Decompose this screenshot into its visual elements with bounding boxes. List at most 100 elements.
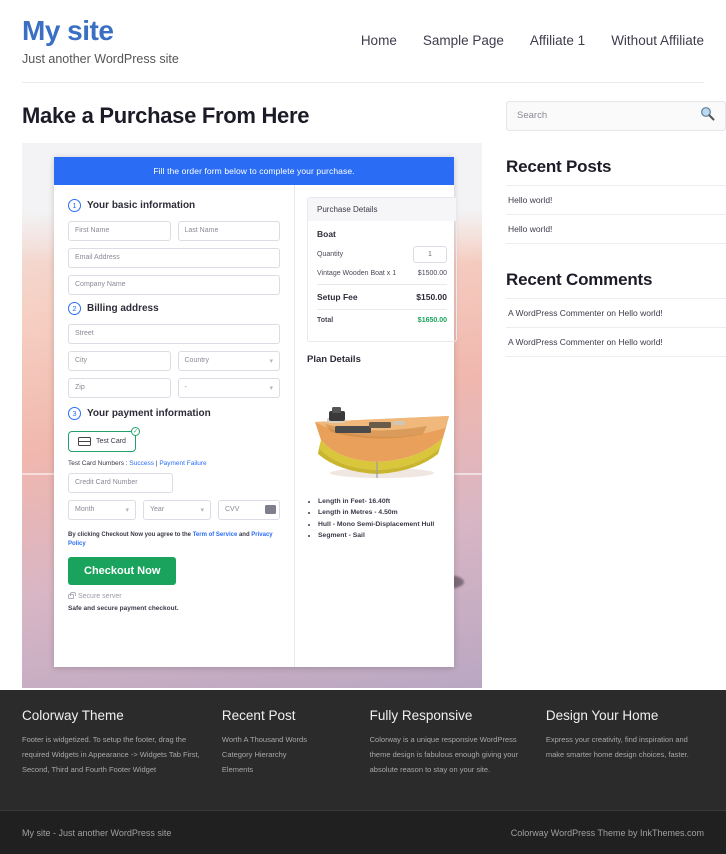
copyright-right[interactable]: Colorway WordPress Theme by InkThemes.co…	[511, 828, 704, 838]
list-item[interactable]: A WordPress Commenter on Hello world!	[506, 326, 726, 357]
chevron-down-icon: ▾	[269, 357, 273, 365]
city-country-row: City Country ▾	[68, 350, 280, 378]
terms-text: By clicking Checkout Now you agree to th…	[68, 531, 280, 549]
footer-column-text: Footer is widgetized. To setup the foote…	[22, 735, 200, 774]
sidebar: Search Recent Posts Hello world! Hello w…	[506, 83, 726, 688]
success-link[interactable]: Success	[129, 460, 154, 467]
payment-failure-link[interactable]: Payment Failure	[159, 460, 206, 467]
nav-item-without-affiliate[interactable]: Without Affiliate	[611, 33, 704, 48]
checkout-now-button[interactable]: Checkout Now	[68, 556, 177, 585]
purchase-divider	[317, 283, 447, 285]
footer-column-title: Colorway Theme	[22, 708, 124, 723]
first-name-input[interactable]: First Name	[68, 220, 171, 241]
zip-input[interactable]: Zip	[68, 377, 171, 398]
site-title[interactable]: My site	[22, 15, 179, 47]
credit-card-icon	[78, 436, 91, 446]
step-2-header: 2 Billing address	[68, 301, 280, 315]
country-select[interactable]: Country ▾	[177, 350, 280, 371]
footer-recent-post-list: Worth A Thousand Words Category Hierarch…	[222, 732, 352, 777]
search-icon[interactable]	[700, 106, 715, 126]
nav-item-affiliate-1[interactable]: Affiliate 1	[530, 33, 585, 48]
search-input[interactable]: Search	[517, 110, 547, 121]
cvv-card-icon	[265, 505, 276, 515]
checkout-screenshot: Fill the order form below to complete yo…	[22, 142, 482, 688]
step-2-label: Billing address	[87, 302, 159, 314]
test-card-numbers-line: Test Card Numbers : Success | Payment Fa…	[68, 460, 280, 467]
list-item[interactable]: Category Hierarchy	[222, 747, 352, 762]
step-3-number: 3	[68, 406, 81, 420]
page-body: Make a Purchase From Here Fill the order…	[0, 83, 726, 688]
footer-column-title: Design Your Home	[545, 708, 659, 723]
plan-details-heading: Plan Details	[307, 353, 361, 365]
terms-prefix: By clicking Checkout Now you agree to th…	[68, 531, 193, 538]
step-3-header: 3 Your payment information	[68, 406, 280, 420]
footer-column-title: Recent Post	[221, 708, 296, 723]
footer-column-title: Fully Responsive	[369, 708, 473, 723]
step-1-number: 1	[68, 198, 81, 212]
page-title: Make a Purchase From Here	[22, 102, 310, 128]
list-item[interactable]: Worth A Thousand Words	[222, 732, 352, 747]
cvv-placeholder: CVV	[225, 506, 240, 514]
recent-comments-list: A WordPress Commenter on Hello world! A …	[506, 297, 726, 357]
checkout-banner: Fill the order form below to complete yo…	[54, 156, 454, 185]
line-item-label: Vintage Wooden Boat x 1	[317, 269, 397, 277]
company-input[interactable]: Company Name	[68, 274, 280, 295]
checkout-form-card: Fill the order form below to complete yo…	[54, 156, 457, 667]
list-item[interactable]: Hello world!	[506, 184, 726, 214]
list-item[interactable]: A WordPress Commenter on Hello world!	[506, 297, 726, 327]
main-navigation: Home Sample Page Affiliate 1 Without Aff…	[361, 16, 704, 48]
terms-and: and	[237, 531, 252, 538]
purchase-details-heading: Purchase Details	[308, 197, 456, 221]
name-row: First Name Last Name	[68, 220, 280, 248]
credit-card-number-input[interactable]: Credit Card Number	[68, 472, 173, 493]
year-select-value: Year	[150, 506, 165, 514]
content-column: Make a Purchase From Here Fill the order…	[22, 83, 484, 688]
chevron-down-icon: ▾	[269, 384, 273, 392]
quantity-row: Quantity 1	[317, 245, 447, 263]
chevron-down-icon: ▾	[125, 506, 129, 514]
street-input[interactable]: Street	[68, 323, 280, 344]
setup-fee-label: Setup Fee	[317, 291, 358, 302]
chevron-down-icon: ▾	[200, 506, 204, 514]
total-label: Total	[317, 316, 334, 324]
line-item-price: $1500.00	[417, 269, 447, 277]
year-select[interactable]: Year ▾	[143, 499, 211, 520]
step-1-header: 1 Your basic information	[68, 198, 280, 212]
terms-of-service-link[interactable]: Term of Service	[193, 532, 238, 538]
cvv-input[interactable]: CVV	[218, 499, 280, 520]
test-card-option[interactable]: Test Card ✓	[68, 426, 140, 452]
recent-comments-title: Recent Comments	[506, 269, 653, 289]
test-card-numbers-prefix: Test Card Numbers :	[68, 459, 130, 467]
month-select[interactable]: Month ▾	[68, 499, 136, 520]
last-name-input[interactable]: Last Name	[177, 220, 280, 241]
country-select-value: Country	[184, 357, 210, 365]
purchase-divider	[317, 308, 447, 310]
nav-item-home[interactable]: Home	[361, 33, 397, 48]
plan-spec-item: Segment - Sail	[318, 531, 457, 542]
recent-posts-list: Hello world! Hello world!	[506, 184, 726, 244]
total-price: $1650.00	[417, 316, 447, 324]
product-name: Boat	[317, 228, 336, 239]
test-card-label: Test Card	[96, 437, 126, 445]
plan-spec-item: Hull - Mono Semi-Displacement Hull	[318, 520, 457, 531]
search-box[interactable]: Search	[506, 100, 726, 131]
checkout-form-left: 1 Your basic information First Name Last…	[54, 185, 294, 667]
total-row: Total $1650.00	[317, 317, 447, 324]
footer-column-colorway-theme: Colorway Theme Footer is widgetized. To …	[22, 708, 204, 810]
nav-item-sample-page[interactable]: Sample Page	[423, 33, 504, 48]
step-3-label: Your payment information	[87, 407, 211, 419]
footer-column-text: Colorway is a unique responsive WordPres…	[369, 735, 519, 774]
footer-column-fully-responsive: Fully Responsive Colorway is a unique re…	[370, 708, 528, 810]
line-item-row: Vintage Wooden Boat x 1 $1500.00	[317, 270, 447, 277]
state-select-value: -	[184, 384, 187, 392]
footer-column-text: Express your creativity, find inspiratio…	[545, 735, 689, 759]
city-input[interactable]: City	[68, 350, 171, 371]
state-select[interactable]: - ▾	[177, 377, 280, 398]
email-input[interactable]: Email Address	[68, 247, 280, 268]
list-item[interactable]: Hello world!	[506, 213, 726, 244]
step-2-number: 2	[68, 301, 81, 315]
list-item[interactable]: Elements	[222, 762, 352, 777]
quantity-input[interactable]: 1	[413, 245, 447, 263]
site-header: My site Just another WordPress site Home…	[0, 0, 726, 66]
expiry-cvv-row: Month ▾ Year ▾ CVV	[68, 499, 280, 527]
